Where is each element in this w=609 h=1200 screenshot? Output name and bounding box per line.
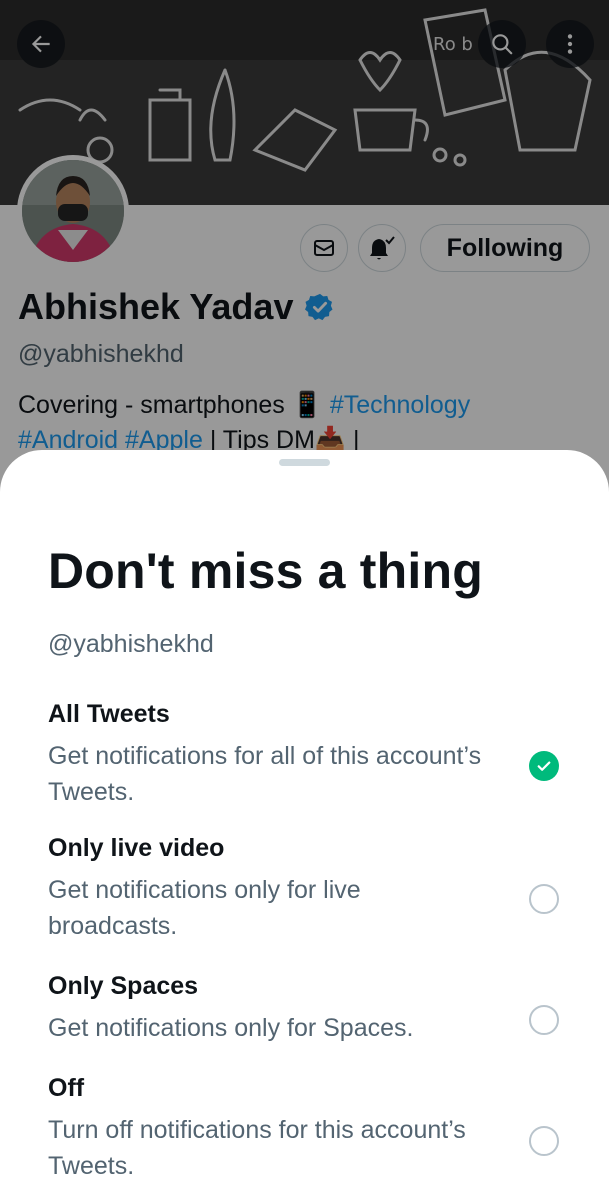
option-only-spaces[interactable]: Only Spaces Get notifications only for S…: [0, 972, 609, 1042]
option-title: All Tweets: [48, 700, 170, 728]
sheet-drag-handle[interactable]: [279, 459, 330, 466]
sheet-title: Don't miss a thing: [48, 543, 483, 599]
option-title: Off: [48, 1074, 85, 1102]
radio-unselected[interactable]: [529, 884, 559, 914]
option-description: Get notifications only for Spaces.: [48, 1014, 414, 1042]
radio-unselected[interactable]: [529, 1126, 559, 1156]
option-title: Only Spaces: [48, 972, 199, 1000]
option-description: Get notifications only for live broadcas…: [48, 876, 361, 940]
notification-settings-sheet: Don't miss a thing @yabhishekhd All Twee…: [0, 450, 609, 1200]
option-description: Get notifications for all of this accoun…: [48, 742, 482, 806]
sheet-handle: @yabhishekhd: [48, 630, 214, 658]
option-off[interactable]: Off Turn off notifications for this acco…: [0, 1074, 609, 1184]
radio-selected[interactable]: [529, 751, 559, 781]
option-title: Only live video: [48, 834, 225, 862]
option-only-live-video[interactable]: Only live video Get notifications only f…: [0, 834, 609, 944]
checkmark-icon: [537, 761, 551, 771]
radio-unselected[interactable]: [529, 1005, 559, 1035]
option-all-tweets[interactable]: All Tweets Get notifications for all of …: [0, 700, 609, 810]
option-description: Turn off notifications for this account’…: [48, 1116, 466, 1180]
